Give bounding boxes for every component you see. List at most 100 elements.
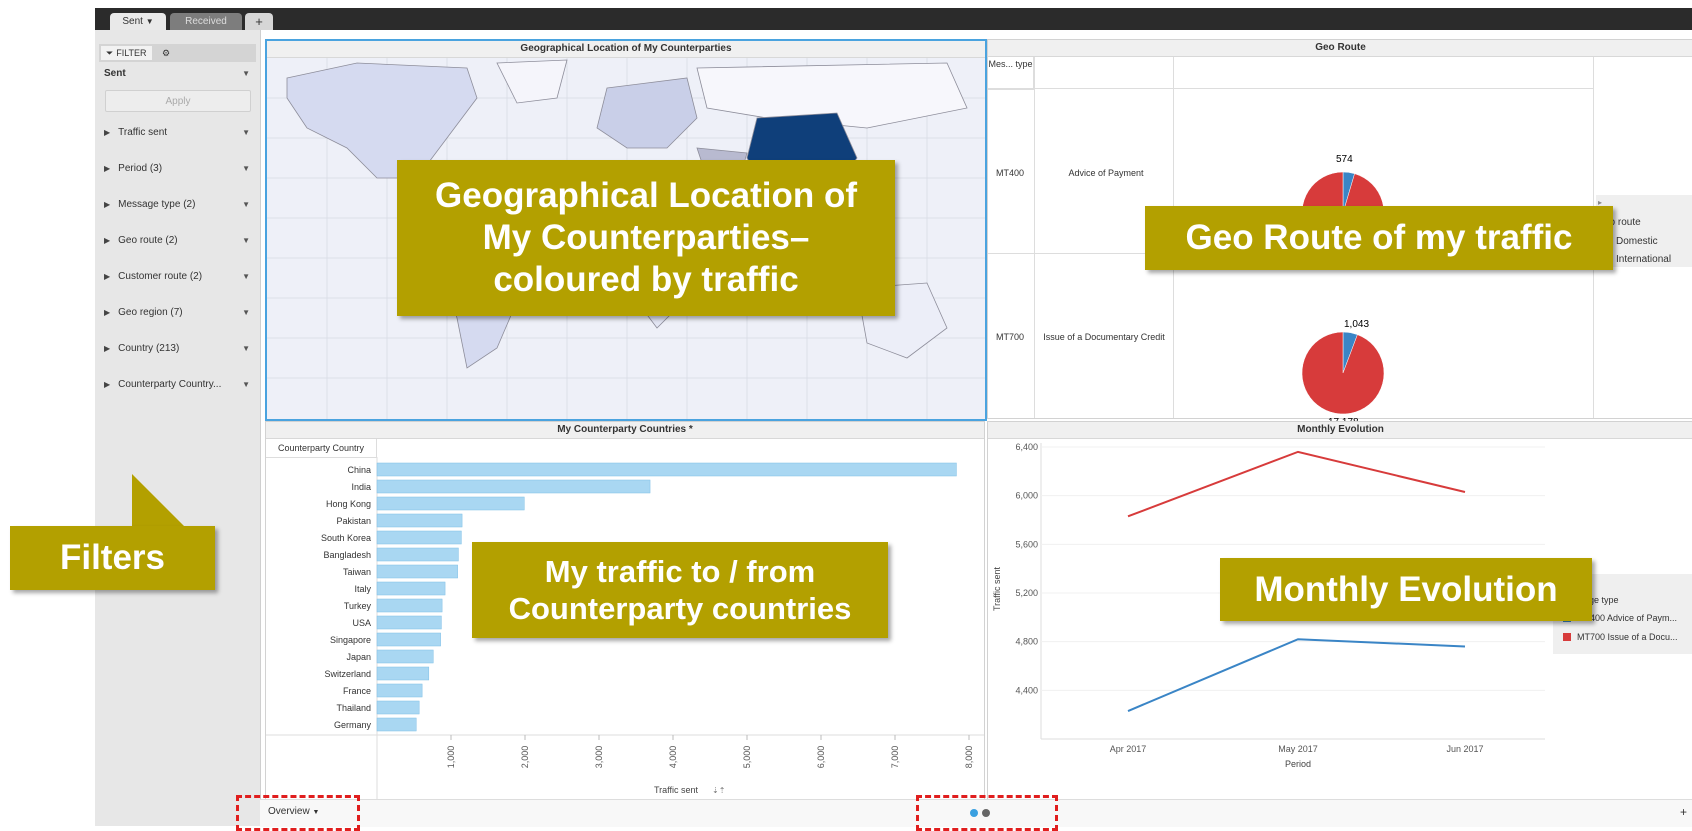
tab-sent[interactable]: Sent ▼ [110, 13, 166, 30]
x-axis-label: Period [1285, 759, 1311, 769]
y-tick-label: 4,800 [1015, 637, 1038, 647]
expand-icon[interactable]: ▶ [104, 344, 110, 353]
y-axis-label: Traffic sent [992, 566, 1002, 611]
expand-icon[interactable]: ▶ [104, 272, 110, 281]
filter-header: ⏷ FILTER ⚙ [99, 44, 256, 62]
chevron-down-icon[interactable]: ▼ [242, 69, 250, 78]
chevron-down-icon[interactable]: ▼ [242, 308, 250, 317]
chevron-down-icon[interactable]: ▼ [242, 380, 250, 389]
filter-item[interactable]: ▶ Message type (2) ▼ [104, 196, 250, 212]
pie-slice[interactable] [1301, 331, 1385, 415]
callout-line: My traffic to / from [544, 553, 816, 589]
funnel-icon: ⏷ [106, 47, 114, 58]
x-tick-label: Apr 2017 [1110, 744, 1147, 754]
top-bar [95, 8, 1692, 30]
bar[interactable] [376, 683, 423, 698]
x-tick-label: 5,000 [742, 746, 752, 769]
highlight-box [916, 795, 1058, 831]
bar[interactable] [376, 462, 957, 477]
scope-select[interactable]: Sent ▼ [104, 65, 250, 81]
x-tick-label: 1,000 [446, 746, 456, 769]
chevron-down-icon[interactable]: ▼ [242, 236, 250, 245]
filter-item-label: Period (3) [118, 162, 163, 174]
chevron-down-icon[interactable]: ▼ [242, 200, 250, 209]
filter-item[interactable]: ▶ Counterparty Country... ▼ [104, 376, 250, 392]
expand-icon[interactable]: ▶ [104, 200, 110, 209]
category-label: China [347, 465, 371, 475]
message-type-header: Mes... type [988, 57, 1034, 90]
tab-filter[interactable]: ⏷ FILTER [101, 46, 152, 60]
bar[interactable] [376, 598, 443, 613]
filter-item[interactable]: ▶ Geo route (2) ▼ [104, 232, 250, 248]
filter-item-label: Traffic sent [118, 126, 168, 138]
bar[interactable] [376, 581, 446, 596]
filter-item[interactable]: ▶ Country (213) ▼ [104, 340, 250, 356]
filter-item[interactable]: ▶ Geo region (7) ▼ [104, 304, 250, 320]
legend-item[interactable]: International [1604, 254, 1671, 265]
series-line[interactable] [1127, 450, 1466, 518]
map-panel-title: Geographical Location of My Counterparti… [267, 41, 985, 58]
x-tick-label: Jun 2017 [1446, 744, 1483, 754]
add-tab-button[interactable]: + [245, 13, 273, 30]
category-label: India [351, 482, 371, 492]
callout-line: My Counterparties– [482, 218, 810, 257]
category-label: USA [352, 618, 371, 628]
x-tick-label: 2,000 [520, 746, 530, 769]
bar[interactable] [376, 496, 525, 511]
x-tick-label: May 2017 [1278, 744, 1318, 754]
chevron-down-icon[interactable]: ▼ [146, 17, 154, 26]
row-desc: Issue of a Documentary Credit [1043, 332, 1165, 342]
tab-sent-label: Sent [122, 16, 143, 27]
category-label: Bangladesh [323, 550, 371, 560]
add-page-button[interactable]: + [1680, 805, 1687, 819]
gear-icon[interactable]: ⚙ [162, 48, 170, 59]
bar[interactable] [376, 530, 462, 545]
highlight-box [236, 795, 360, 831]
y-tick-label: 5,600 [1015, 539, 1038, 549]
bar-chart-title: My Counterparty Countries * [266, 422, 984, 439]
geo-pie-charts[interactable]: 574 1,043 17,178 [1288, 135, 1398, 435]
series-line[interactable] [1127, 638, 1466, 712]
legend-label: MT700 Issue of a Docu... [1577, 632, 1678, 642]
legend-item[interactable]: MT700 Issue of a Docu... [1563, 632, 1678, 642]
filter-item[interactable]: ▶ Traffic sent ▼ [104, 124, 250, 140]
bar[interactable] [376, 717, 417, 732]
tab-received[interactable]: Received [170, 13, 242, 30]
filter-item-label: Customer route (2) [118, 270, 203, 282]
category-label: Hong Kong [326, 499, 371, 509]
chevron-down-icon[interactable]: ▼ [242, 272, 250, 281]
chevron-down-icon[interactable]: ▼ [242, 164, 250, 173]
legend-swatch [1563, 633, 1571, 641]
bar[interactable] [376, 632, 441, 647]
row-header: Counterparty Country [266, 439, 377, 458]
filter-item[interactable]: ▶ Period (3) ▼ [104, 160, 250, 176]
chevron-down-icon[interactable]: ▼ [242, 344, 250, 353]
apply-button[interactable]: Apply [105, 90, 251, 112]
pie-label: 574 [1336, 154, 1353, 165]
y-tick-label: 6,400 [1015, 442, 1038, 452]
pie-label: 1,043 [1344, 319, 1369, 330]
category-label: Switzerland [324, 669, 371, 679]
settings-tab[interactable]: ⚙ [157, 46, 175, 60]
chevron-down-icon[interactable]: ▼ [242, 128, 250, 137]
expand-icon[interactable]: ▶ [104, 308, 110, 317]
bar[interactable] [376, 564, 458, 579]
bar[interactable] [376, 513, 463, 528]
filter-item[interactable]: ▶ Customer route (2) ▼ [104, 268, 250, 284]
bar[interactable] [376, 615, 442, 630]
bar[interactable] [376, 649, 434, 664]
expand-icon[interactable]: ▶ [104, 380, 110, 389]
expand-icon[interactable]: ▶ [104, 164, 110, 173]
monthly-callout: Monthly Evolution [1220, 558, 1592, 621]
scope-select-value: Sent [104, 67, 126, 79]
expand-icon[interactable]: ▶ [104, 236, 110, 245]
bar[interactable] [376, 479, 651, 494]
x-tick-label: 3,000 [594, 746, 604, 769]
bar[interactable] [376, 666, 430, 681]
x-tick-label: 8,000 [964, 746, 974, 769]
sort-icon[interactable]: ⇣⇡ [712, 786, 725, 795]
bar[interactable] [376, 547, 459, 562]
expand-icon[interactable]: ▶ [104, 128, 110, 137]
bar[interactable] [376, 700, 420, 715]
category-label: Thailand [336, 703, 371, 713]
